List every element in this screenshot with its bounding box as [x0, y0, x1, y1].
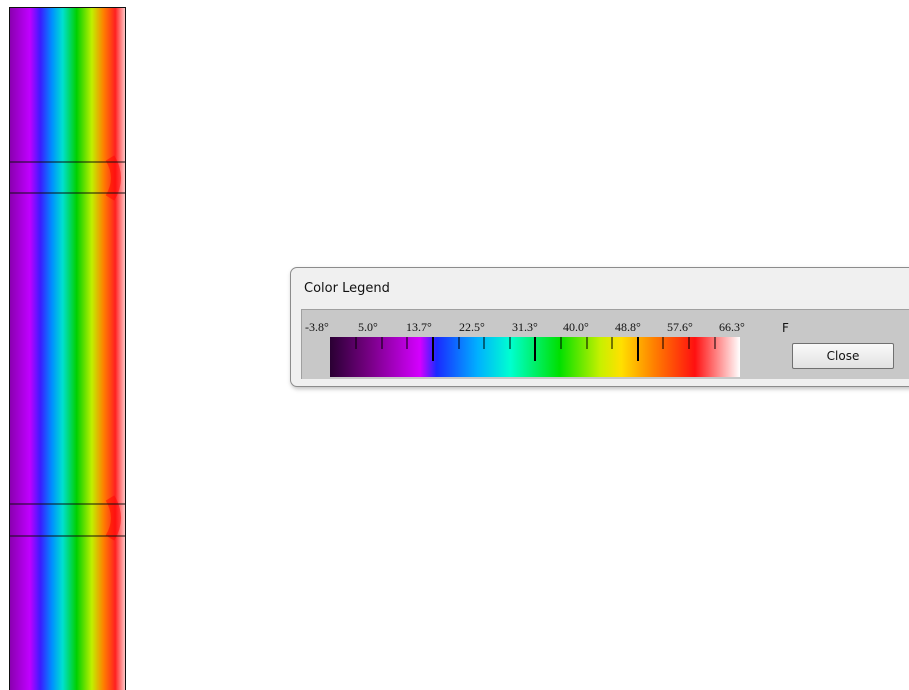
- tick-label: 48.8°: [615, 320, 641, 334]
- legend-title: Color Legend: [304, 281, 390, 296]
- thermal-gradient-graphic: [10, 8, 125, 690]
- tick-label: 57.6°: [667, 320, 693, 334]
- tick-label: 22.5°: [459, 320, 485, 334]
- tick-label: 40.0°: [563, 320, 589, 334]
- close-button[interactable]: Close: [792, 343, 894, 369]
- color-scale-graphic: [330, 337, 740, 377]
- tick-label: 66.3°: [719, 320, 745, 334]
- unit-label: F: [782, 321, 789, 335]
- thermal-model-view[interactable]: [9, 7, 126, 690]
- tick-label: 31.3°: [512, 320, 538, 334]
- tick-label: 5.0°: [358, 320, 378, 334]
- color-scale-bar: [330, 337, 740, 377]
- tick-label: 13.7°: [406, 320, 432, 334]
- canvas: Color Legend -3.8° 5.0° 13.7° 22.5° 31.3…: [0, 0, 909, 690]
- legend-panel: -3.8° 5.0° 13.7° 22.5° 31.3° 40.0° 48.8°…: [301, 309, 909, 379]
- color-legend-window[interactable]: Color Legend -3.8° 5.0° 13.7° 22.5° 31.3…: [290, 267, 909, 387]
- tick-label: -3.8°: [305, 320, 329, 334]
